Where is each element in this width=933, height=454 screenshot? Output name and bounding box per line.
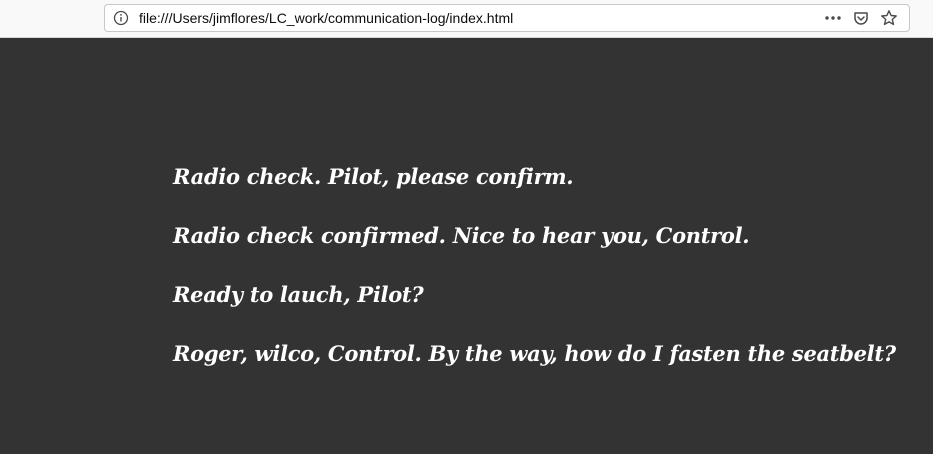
address-bar[interactable]: file:///Users/jimflores/LC_work/communic… xyxy=(104,4,910,32)
page-content: Radio check. Pilot, please confirm. Radi… xyxy=(0,38,933,454)
bookmark-star-icon[interactable] xyxy=(875,5,903,31)
url-text[interactable]: file:///Users/jimflores/LC_work/communic… xyxy=(139,10,819,26)
message-2: Radio check confirmed. Nice to hear you,… xyxy=(173,223,750,248)
pocket-icon[interactable] xyxy=(847,5,875,31)
browser-toolbar: file:///Users/jimflores/LC_work/communic… xyxy=(0,0,933,38)
info-icon[interactable] xyxy=(107,5,135,31)
message-3: Ready to lauch, Pilot? xyxy=(173,282,424,307)
more-actions-icon[interactable] xyxy=(819,5,847,31)
page-actions xyxy=(819,5,903,31)
communication-log: Radio check. Pilot, please confirm. Radi… xyxy=(173,160,896,396)
message-1: Radio check. Pilot, please confirm. xyxy=(173,164,574,189)
message-4: Roger, wilco, Control. By the way, how d… xyxy=(173,341,896,366)
